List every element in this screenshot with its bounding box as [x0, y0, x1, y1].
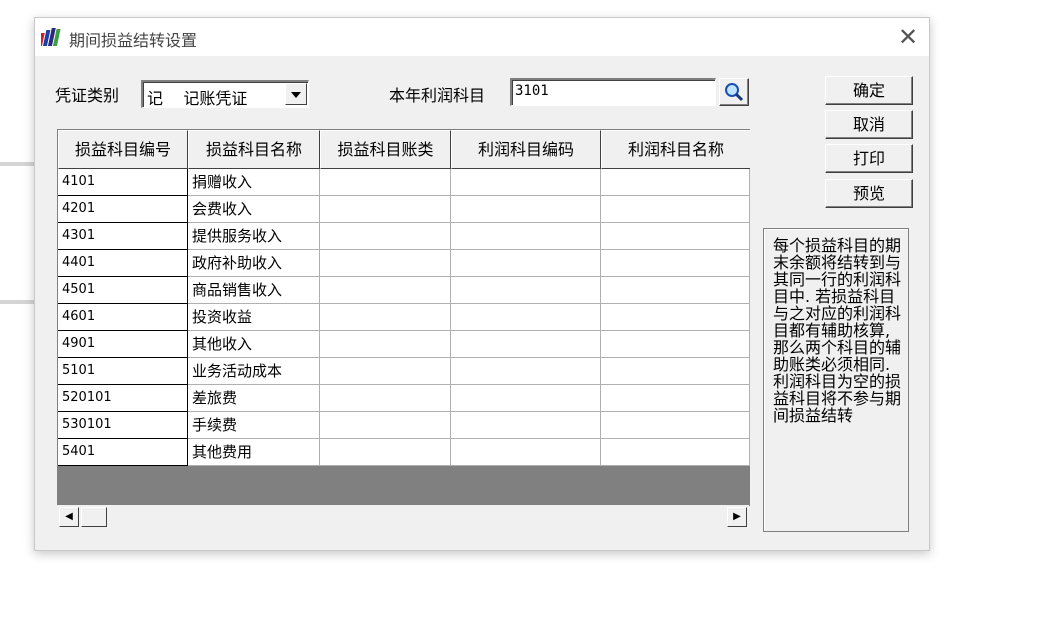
table-cell[interactable]: [320, 250, 451, 277]
books-icon: [41, 28, 61, 46]
table-cell[interactable]: 政府补助收入: [188, 250, 320, 277]
table-cell[interactable]: [320, 412, 451, 439]
column-header[interactable]: 利润科目名称: [601, 130, 750, 169]
table-cell[interactable]: [320, 196, 451, 223]
table-cell[interactable]: [320, 331, 451, 358]
dialog-window: 期间损益结转设置 ✕ 凭证类别 记 记账凭证 本年利润科目 3101 确定 取消…: [34, 17, 930, 551]
table-cell[interactable]: 会费收入: [188, 196, 320, 223]
table-cell[interactable]: [601, 196, 750, 223]
table-cell[interactable]: 4601: [58, 304, 188, 331]
table-cell[interactable]: [451, 277, 601, 304]
table-cell[interactable]: [451, 196, 601, 223]
transfer-table[interactable]: 损益科目编号 损益科目名称 损益科目账类 利润科目编码 利润科目名称 4101 捐…: [57, 129, 750, 506]
close-icon[interactable]: ✕: [893, 22, 923, 52]
table-cell[interactable]: [601, 412, 750, 439]
table-cell[interactable]: [601, 223, 750, 250]
background-line: [0, 300, 36, 304]
search-icon: [725, 83, 744, 102]
cancel-button[interactable]: 取消: [825, 110, 913, 139]
table-cell[interactable]: 4501: [58, 277, 188, 304]
preview-button[interactable]: 预览: [825, 179, 913, 208]
table-cell[interactable]: [320, 277, 451, 304]
table-cell[interactable]: 商品销售收入: [188, 277, 320, 304]
table-cell[interactable]: [451, 169, 601, 196]
column-header[interactable]: 损益科目名称: [188, 130, 320, 169]
ok-button[interactable]: 确定: [825, 76, 913, 105]
table-cell[interactable]: [601, 439, 750, 466]
horizontal-scrollbar[interactable]: ◀ ▶: [57, 505, 749, 529]
voucher-type-value: 记 记账凭证: [147, 89, 248, 108]
table-cell[interactable]: [320, 223, 451, 250]
column-header[interactable]: 损益科目账类: [320, 130, 451, 169]
table-cell[interactable]: 4101: [58, 169, 188, 196]
table-cell[interactable]: [320, 169, 451, 196]
column-header[interactable]: 损益科目编号: [58, 130, 188, 169]
table-cell[interactable]: [601, 169, 750, 196]
table-cell[interactable]: [601, 385, 750, 412]
voucher-type-select[interactable]: 记 记账凭证: [141, 80, 309, 108]
scroll-thumb[interactable]: [81, 507, 107, 527]
help-note: 每个损益科目的期末余额将结转到与其同一行的利润科目中. 若损益科目与之对应的利润…: [763, 228, 909, 532]
scroll-right-icon[interactable]: ▶: [727, 507, 747, 527]
table-cell[interactable]: [601, 304, 750, 331]
table-cell[interactable]: [451, 304, 601, 331]
table-cell[interactable]: [451, 439, 601, 466]
table-cell[interactable]: [451, 385, 601, 412]
profit-account-value: 3101: [515, 83, 549, 99]
table-cell[interactable]: [601, 250, 750, 277]
help-note-text: 每个损益科目的期末余额将结转到与其同一行的利润科目中. 若损益科目与之对应的利润…: [773, 236, 902, 425]
table-cell[interactable]: [601, 277, 750, 304]
print-button[interactable]: 打印: [825, 144, 913, 173]
table-cell[interactable]: [601, 358, 750, 385]
table-cell[interactable]: 其他收入: [188, 331, 320, 358]
table-cell[interactable]: 捐赠收入: [188, 169, 320, 196]
profit-account-label: 本年利润科目: [389, 86, 486, 105]
table-cell[interactable]: [601, 331, 750, 358]
table-cell[interactable]: 差旅费: [188, 385, 320, 412]
table-cell[interactable]: 5101: [58, 358, 188, 385]
table-cell[interactable]: 4301: [58, 223, 188, 250]
table-cell[interactable]: [320, 304, 451, 331]
table-cell[interactable]: 投资收益: [188, 304, 320, 331]
table-cell[interactable]: 提供服务收入: [188, 223, 320, 250]
table-cell[interactable]: 4901: [58, 331, 188, 358]
window-title: 期间损益结转设置: [69, 31, 198, 50]
table-cell[interactable]: 5401: [58, 439, 188, 466]
table-cell[interactable]: [320, 385, 451, 412]
background-line: [0, 162, 36, 166]
table-cell[interactable]: [451, 331, 601, 358]
dropdown-arrow-icon[interactable]: [285, 83, 307, 105]
table-cell[interactable]: 其他费用: [188, 439, 320, 466]
table-cell[interactable]: [451, 412, 601, 439]
column-header[interactable]: 利润科目编码: [451, 130, 601, 169]
table-cell[interactable]: [451, 223, 601, 250]
table-cell[interactable]: [451, 250, 601, 277]
table-cell[interactable]: [320, 358, 451, 385]
table-cell[interactable]: 520101: [58, 385, 188, 412]
search-button[interactable]: [719, 78, 749, 106]
table-cell[interactable]: [451, 358, 601, 385]
scroll-left-icon[interactable]: ◀: [59, 507, 79, 527]
table-cell[interactable]: 手续费: [188, 412, 320, 439]
table-cell[interactable]: [320, 439, 451, 466]
title-bar: 期间损益结转设置 ✕: [35, 18, 929, 56]
profit-account-input[interactable]: 3101: [510, 78, 716, 106]
table-cell[interactable]: 4201: [58, 196, 188, 223]
table-cell[interactable]: 业务活动成本: [188, 358, 320, 385]
table-cell[interactable]: 530101: [58, 412, 188, 439]
table-cell[interactable]: 4401: [58, 250, 188, 277]
voucher-type-label: 凭证类别: [55, 86, 120, 105]
